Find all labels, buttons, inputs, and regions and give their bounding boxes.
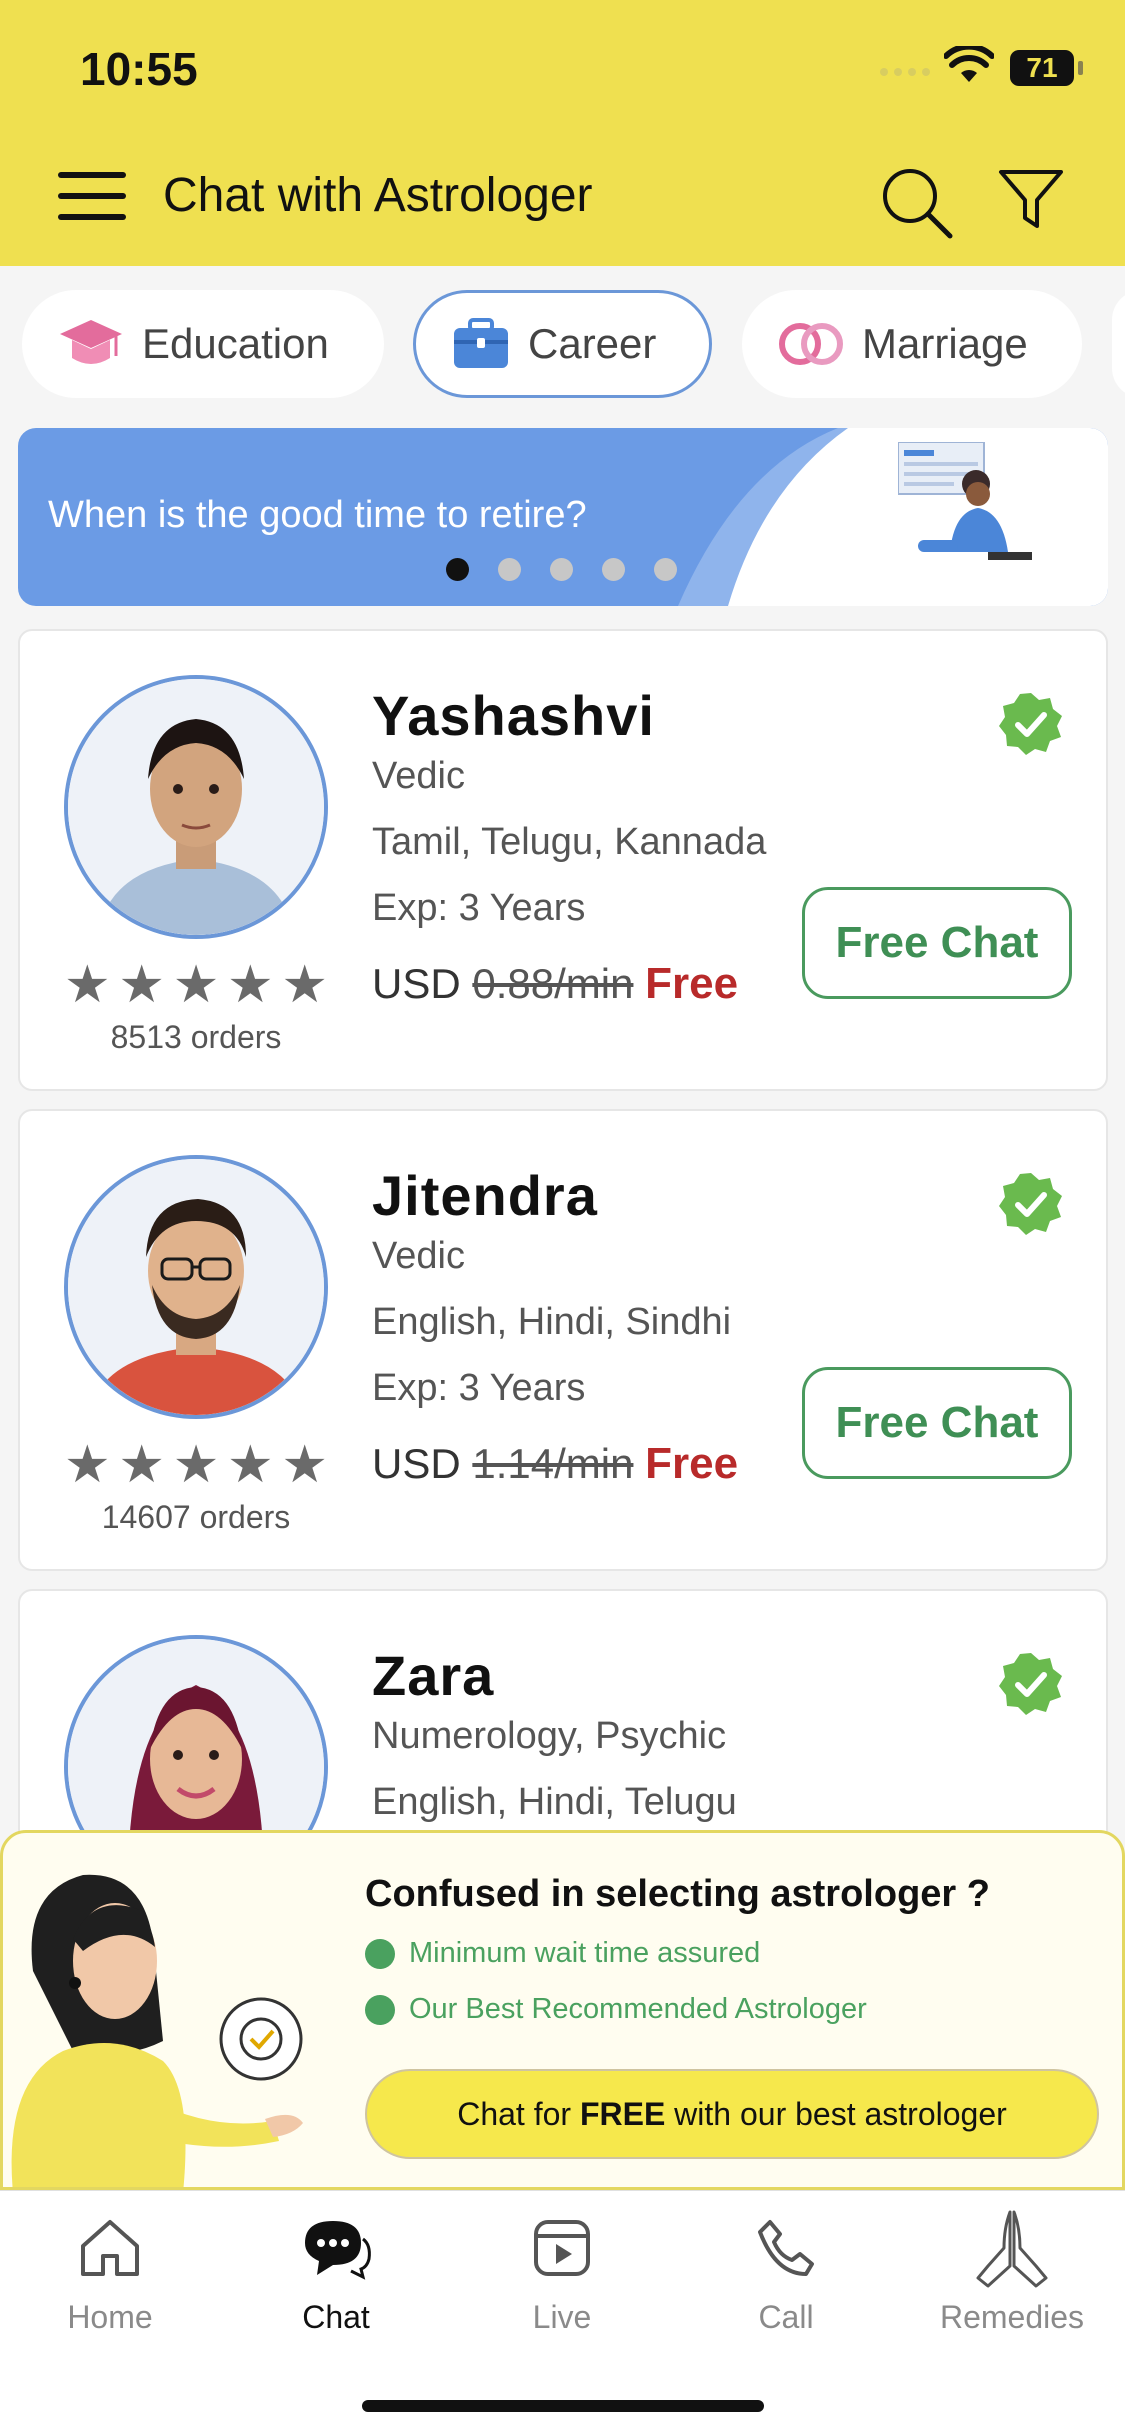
signal-icon	[880, 68, 940, 78]
nav-label: Live	[532, 2299, 592, 2335]
chat-free-best-astrologer-button[interactable]: Chat for FREE with our best astrologer	[365, 2069, 1099, 2159]
carousel-dot[interactable]	[446, 558, 469, 581]
astrologer-avatar[interactable]	[64, 1155, 328, 1419]
orders-count: 14607 orders	[101, 1499, 291, 1535]
price-currency: USD	[372, 1440, 461, 1487]
recommendation-panel: Confused in selecting astrologer ? Minim…	[0, 1830, 1125, 2190]
nav-label: Chat	[302, 2299, 370, 2335]
astrologer-experience: Exp: 3 Years	[372, 887, 586, 929]
promo-point: Our Best Recommended Astrologer	[365, 1993, 867, 2026]
nav-home[interactable]: Home	[10, 2211, 210, 2336]
promo-point-text: Minimum wait time assured	[409, 1937, 761, 1969]
orders-count: 8513 orders	[110, 1019, 282, 1055]
promo-button-bold: FREE	[579, 2096, 666, 2132]
category-label: Marriage	[862, 320, 1028, 367]
astrologer-price: USD 1.14/min Free	[372, 1439, 738, 1489]
astrologer-card[interactable]: ★ ★ ★ ★ ★ 8513 orders Yashashvi Vedic Tamil,…	[18, 629, 1108, 1091]
astrologer-avatar[interactable]	[64, 675, 328, 939]
battery-indicator: 71	[1010, 50, 1074, 86]
category-chip-education[interactable]: Education	[22, 290, 384, 398]
astrologer-languages: Tamil, Telugu, Kannada	[372, 821, 767, 863]
home-indicator	[362, 2400, 764, 2412]
promo-title: Confused in selecting astrologer ?	[365, 1873, 990, 1915]
carousel-dot[interactable]	[550, 558, 573, 581]
home-icon	[81, 2220, 139, 2276]
page-title: Chat with Astrologer	[163, 169, 593, 222]
rating-stars: ★ ★ ★ ★ ★	[64, 1436, 328, 1494]
nav-call[interactable]: Call	[686, 2211, 886, 2336]
graduation-cap-icon	[60, 320, 122, 364]
filter-icon[interactable]	[998, 168, 1064, 232]
category-chip-career[interactable]: Career	[413, 290, 712, 398]
app-header: 10:55 71 Chat with Astrologer	[0, 0, 1125, 266]
carousel-indicator[interactable]	[446, 558, 677, 581]
wifi-icon	[944, 46, 994, 82]
promo-point: Minimum wait time assured	[365, 1937, 760, 1970]
rings-icon	[779, 323, 843, 365]
battery-tip	[1078, 61, 1083, 75]
carousel-dot[interactable]	[498, 558, 521, 581]
status-time: 10:55	[80, 43, 198, 95]
search-icon[interactable]	[880, 166, 954, 240]
check-circle-icon	[365, 1994, 395, 2025]
chat-icon	[305, 2221, 371, 2280]
clock-icon	[365, 1938, 395, 1969]
price-original: 0.88/min	[472, 960, 634, 1007]
astrologer-skills: Vedic	[372, 755, 465, 797]
prayer-hands-icon	[976, 2210, 1048, 2288]
category-chip-marriage[interactable]: Marriage	[742, 290, 1082, 398]
briefcase-icon	[454, 318, 508, 368]
verified-badge-icon	[999, 693, 1062, 755]
banner-text: When is the good time to retire?	[48, 494, 587, 536]
category-label: Education	[142, 320, 329, 367]
price-free: Free	[645, 1439, 739, 1488]
retirement-illustration	[898, 442, 1032, 560]
astrologer-name: Zara	[372, 1644, 495, 1707]
verified-badge-icon	[999, 1653, 1062, 1715]
promo-point-text: Our Best Recommended Astrologer	[409, 1993, 867, 2025]
price-currency: USD	[372, 960, 461, 1007]
category-label: Career	[528, 320, 657, 367]
astrologer-skills: Vedic	[372, 1235, 465, 1277]
nav-label: Call	[758, 2299, 814, 2335]
astrologer-languages: English, Hindi, Telugu	[372, 1781, 737, 1823]
astrologer-experience: Exp: 3 Years	[372, 1367, 586, 1409]
phone-icon	[758, 2220, 814, 2276]
price-free: Free	[645, 959, 739, 1008]
free-chat-button[interactable]: Free Chat	[802, 887, 1072, 999]
nav-chat[interactable]: Chat	[236, 2211, 436, 2336]
rating-stars: ★ ★ ★ ★ ★	[64, 956, 328, 1014]
avatar-portrait	[68, 679, 324, 935]
nav-label: Home	[67, 2299, 153, 2335]
promo-banner[interactable]: When is the good time to retire?	[18, 428, 1108, 606]
woman-illustration	[11, 1874, 303, 2187]
astrologer-price: USD 0.88/min Free	[372, 959, 738, 1009]
live-icon	[534, 2220, 590, 2276]
hamburger-menu-icon[interactable]	[58, 172, 126, 220]
nav-label: Remedies	[939, 2299, 1085, 2335]
carousel-dot[interactable]	[654, 558, 677, 581]
carousel-dot[interactable]	[602, 558, 625, 581]
free-chat-button[interactable]: Free Chat	[802, 1367, 1072, 1479]
astrologer-name: Jitendra	[372, 1164, 598, 1227]
astrologer-skills: Numerology, Psychic	[372, 1715, 727, 1757]
nav-remedies[interactable]: Remedies	[912, 2210, 1112, 2336]
astrologer-card[interactable]: ★ ★ ★ ★ ★ 14607 orders Jitendra Vedic Englis…	[18, 1109, 1108, 1571]
nav-live[interactable]: Live	[462, 2211, 662, 2336]
price-original: 1.14/min	[472, 1440, 634, 1487]
astrologer-languages: English, Hindi, Sindhi	[372, 1301, 732, 1343]
verified-badge-icon	[999, 1173, 1062, 1235]
astrologer-name: Yashashvi	[372, 684, 655, 747]
promo-button-prefix: Chat for	[457, 2096, 572, 2132]
avatar-portrait	[68, 1159, 324, 1415]
category-filter-bar: Education Career Marriage	[0, 290, 1125, 400]
promo-button-suffix: with our best astrologer	[674, 2096, 1007, 2132]
